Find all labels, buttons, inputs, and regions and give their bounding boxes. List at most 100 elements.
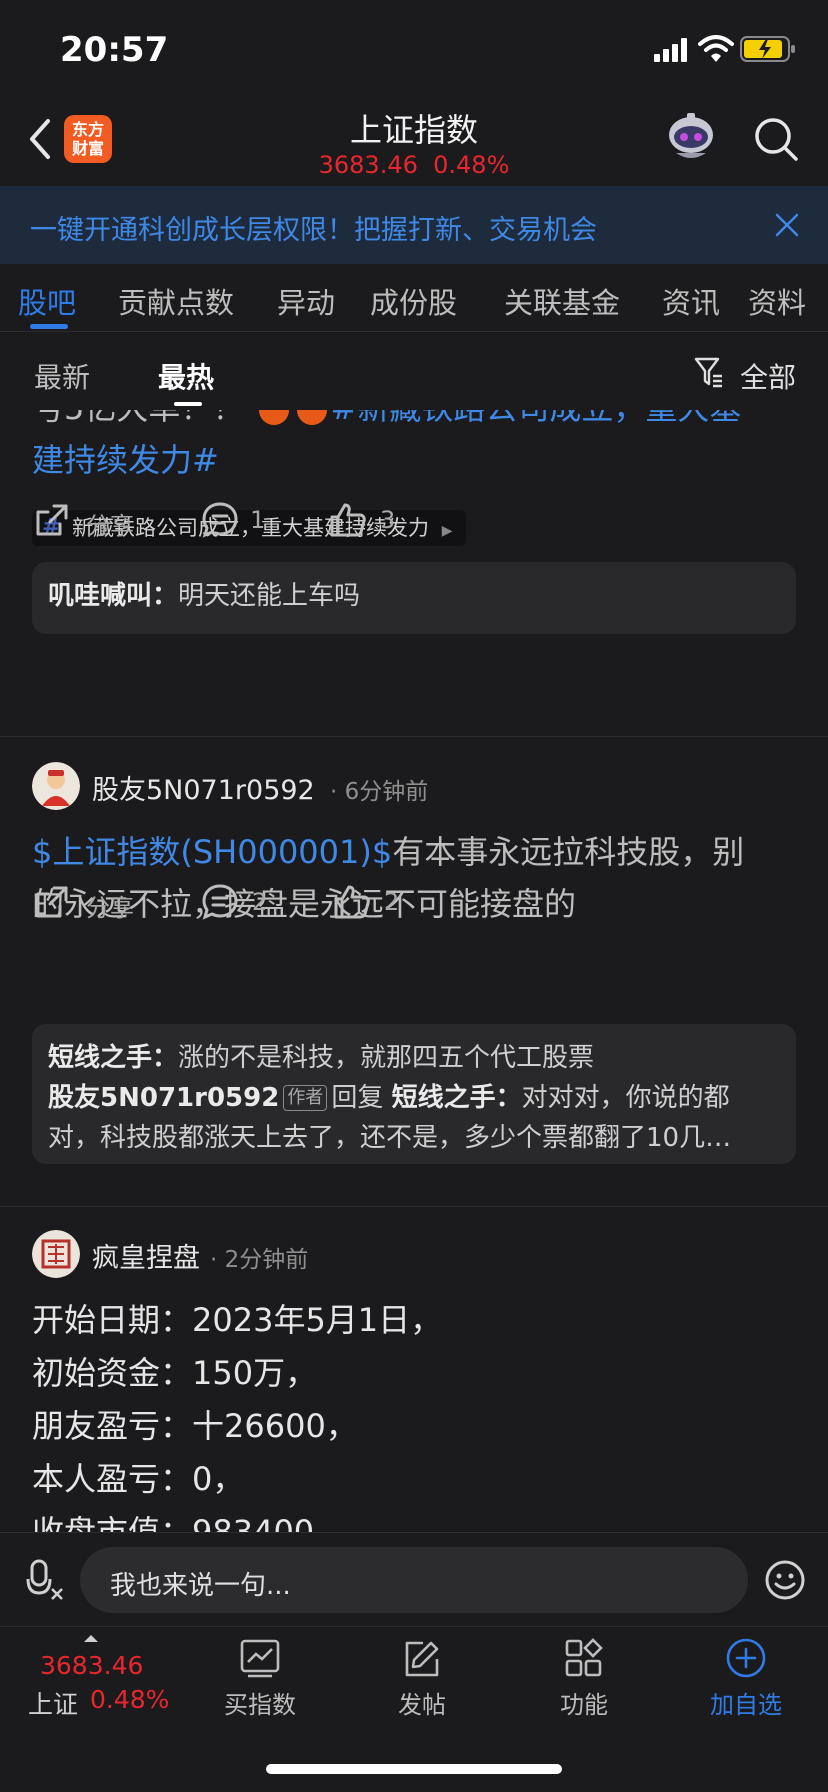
share-label[interactable]: 分享 xyxy=(86,506,134,541)
post3-time: · 2分钟前 xyxy=(210,1247,309,1273)
tab-related-funds[interactable]: 关联基金 xyxy=(504,280,620,322)
filter-label[interactable]: 全部 xyxy=(740,356,796,396)
post3-username[interactable]: 疯皇捏盘 xyxy=(92,1236,200,1275)
reply-text-a: 对对对，你说的都 xyxy=(521,1083,730,1113)
avatar[interactable] xyxy=(32,762,80,810)
cellular-signal-icon xyxy=(654,38,687,62)
sort-latest[interactable]: 最新 xyxy=(34,356,90,396)
functions-label: 功能 xyxy=(560,1691,608,1719)
post-button[interactable]: 发帖 xyxy=(362,1637,482,1720)
post2-action-row: 分享 2 2 xyxy=(32,882,632,922)
grid-icon xyxy=(565,1638,603,1677)
post1-text-plain: 亏5亿大单！！ xyxy=(32,410,244,427)
wifi-icon xyxy=(698,35,734,62)
sort-hottest[interactable]: 最热 xyxy=(158,356,214,396)
post1-topic-link[interactable]: #新藏铁路公司成立，重大基 xyxy=(331,410,742,427)
post-label: 发帖 xyxy=(398,1691,446,1719)
reply-line-1: 短线之手：涨的不是科技，就那四五个代工股票 xyxy=(48,1038,780,1078)
functions-button[interactable]: 功能 xyxy=(524,1637,644,1720)
share-icon[interactable] xyxy=(32,500,72,540)
author-badge: 作者 xyxy=(283,1085,328,1111)
caret-up-icon[interactable] xyxy=(84,1635,98,1642)
home-indicator[interactable] xyxy=(266,1764,562,1774)
bottom-index-pct[interactable]: 0.48% xyxy=(90,1685,169,1714)
reply-line-2: 股友5N071r0592 作者 回复 短线之手：对对对，你说的都 xyxy=(48,1078,780,1118)
reply-text: 涨的不是科技，就那四五个代工股票 xyxy=(178,1043,595,1073)
comment-count[interactable]: 1 xyxy=(250,506,265,534)
tab-contribution[interactable]: 贡献点数 xyxy=(118,280,234,322)
post2-reply-box[interactable]: 短线之手：涨的不是科技，就那四五个代工股票 股友5N071r0592 作者 回复 短… xyxy=(32,1024,796,1164)
reply-target[interactable]: 短线之手： xyxy=(392,1083,522,1113)
post1-line1: 亏5亿大单！！ #新藏铁路公司成立，重大基 xyxy=(32,410,802,434)
chart-icon xyxy=(240,1639,280,1678)
share-icon[interactable] xyxy=(32,882,72,922)
share-label[interactable]: 分享 xyxy=(86,888,134,923)
buy-index-label: 买指数 xyxy=(224,1691,296,1719)
post3-header: 疯皇捏盘 · 2分钟前 xyxy=(32,1230,802,1278)
post2-username[interactable]: 股友5N071r0592 xyxy=(92,768,315,807)
bottom-index-price[interactable]: 3683.46 xyxy=(40,1651,143,1680)
post1-text[interactable]: 亏5亿大单！！ #新藏铁路公司成立，重大基 建持续发力# xyxy=(32,410,802,486)
post1-reply-box[interactable]: 叽哇喊叫：明天还能上车吗 xyxy=(32,562,796,634)
comment-input[interactable]: 我也来说一句... xyxy=(80,1547,748,1613)
comment-input-placeholder: 我也来说一句... xyxy=(110,1571,291,1601)
reply-user[interactable]: 短线之手： xyxy=(48,1043,178,1073)
bottom-index-name[interactable]: 上证 xyxy=(28,1685,78,1721)
post1-topic-link-cont[interactable]: 建持续发力# xyxy=(32,434,802,486)
sort-bar: 最新 最热 全部 xyxy=(0,334,828,410)
post2-text-a: 有本事永远拉科技股，别 xyxy=(392,833,745,871)
close-icon[interactable] xyxy=(772,210,802,240)
status-bar: 20:57 xyxy=(0,0,828,95)
tab-movement[interactable]: 异动 xyxy=(277,280,335,322)
add-watchlist-button[interactable]: 加自选 xyxy=(686,1637,806,1720)
like-icon[interactable] xyxy=(328,500,368,540)
post3-line: 初始资金：150万， xyxy=(32,1354,318,1392)
battery-icon xyxy=(740,36,795,62)
reply-user[interactable]: 叽哇喊叫： xyxy=(48,581,178,611)
add-watchlist-label: 加自选 xyxy=(710,1691,782,1719)
post3-line: 朋友盈亏：十26600， xyxy=(32,1407,358,1445)
robot-assistant-icon[interactable] xyxy=(664,111,718,163)
post2-time-text: 6分钟前 xyxy=(344,779,429,805)
plus-circle-icon xyxy=(726,1638,766,1678)
tab-constituents[interactable]: 成份股 xyxy=(370,280,457,322)
search-icon[interactable] xyxy=(752,115,800,163)
comment-count[interactable]: 2 xyxy=(252,888,267,916)
promo-banner[interactable]: 一键开通科创成长层权限！把握打新、交易机会 xyxy=(0,186,828,264)
status-time: 20:57 xyxy=(60,30,169,70)
post-feed: 亏5亿大单！！ #新藏铁路公司成立，重大基 建持续发力# # 新藏铁路公司成立，… xyxy=(0,410,828,1532)
filter-icon[interactable] xyxy=(694,356,724,388)
tab-guba[interactable]: 股吧 xyxy=(18,280,76,322)
buy-index-button[interactable]: 买指数 xyxy=(200,1637,320,1720)
reply-line: 叽哇喊叫：明天还能上车吗 xyxy=(48,576,780,616)
emoji-icon xyxy=(258,410,289,425)
voice-input-icon[interactable] xyxy=(26,1559,66,1601)
tab-bar: 股吧 贡献点数 异动 成份股 关联基金 资讯 资料 xyxy=(0,266,828,332)
emoji-icon[interactable] xyxy=(764,1559,806,1601)
like-icon[interactable] xyxy=(332,882,372,922)
comment-icon[interactable] xyxy=(200,500,240,540)
post3-text[interactable]: 开始日期：2023年5月1日， 初始资金：150万， 朋友盈亏：十26600， … xyxy=(32,1294,802,1532)
active-tab-indicator xyxy=(30,324,68,329)
banner-text[interactable]: 一键开通科创成长层权限！把握打新、交易机会 xyxy=(30,208,597,247)
like-count[interactable]: 2 xyxy=(384,888,399,916)
reply-author[interactable]: 股友5N071r0592 xyxy=(48,1083,279,1113)
tab-news[interactable]: 资讯 xyxy=(662,280,720,322)
post1-action-items: 分享 1 3 xyxy=(32,500,632,540)
like-count[interactable]: 3 xyxy=(380,506,395,534)
stock-link[interactable]: $上证指数(SH000001)$ xyxy=(32,833,392,871)
reply-line-3: 对，科技股都涨天上去了，还不是，多少个票都翻了10几… xyxy=(48,1123,732,1153)
reply-text: 明天还能上车吗 xyxy=(178,581,361,611)
avatar[interactable] xyxy=(32,1230,80,1278)
comment-icon[interactable] xyxy=(200,882,240,922)
reply-word: 回复 xyxy=(331,1083,384,1113)
index-price: 3683.46 xyxy=(318,151,418,179)
post-divider xyxy=(0,1206,828,1207)
tab-profile[interactable]: 资料 xyxy=(748,280,806,322)
post3-line: 收盘市值：983400 xyxy=(32,1513,315,1532)
index-change-pct: 0.48% xyxy=(433,151,510,179)
comment-input-bar: 我也来说一句... xyxy=(0,1532,828,1626)
post3-time-text: 2分钟前 xyxy=(224,1247,309,1273)
post3-line: 开始日期：2023年5月1日， xyxy=(32,1301,443,1339)
sort-indicator xyxy=(174,402,202,406)
